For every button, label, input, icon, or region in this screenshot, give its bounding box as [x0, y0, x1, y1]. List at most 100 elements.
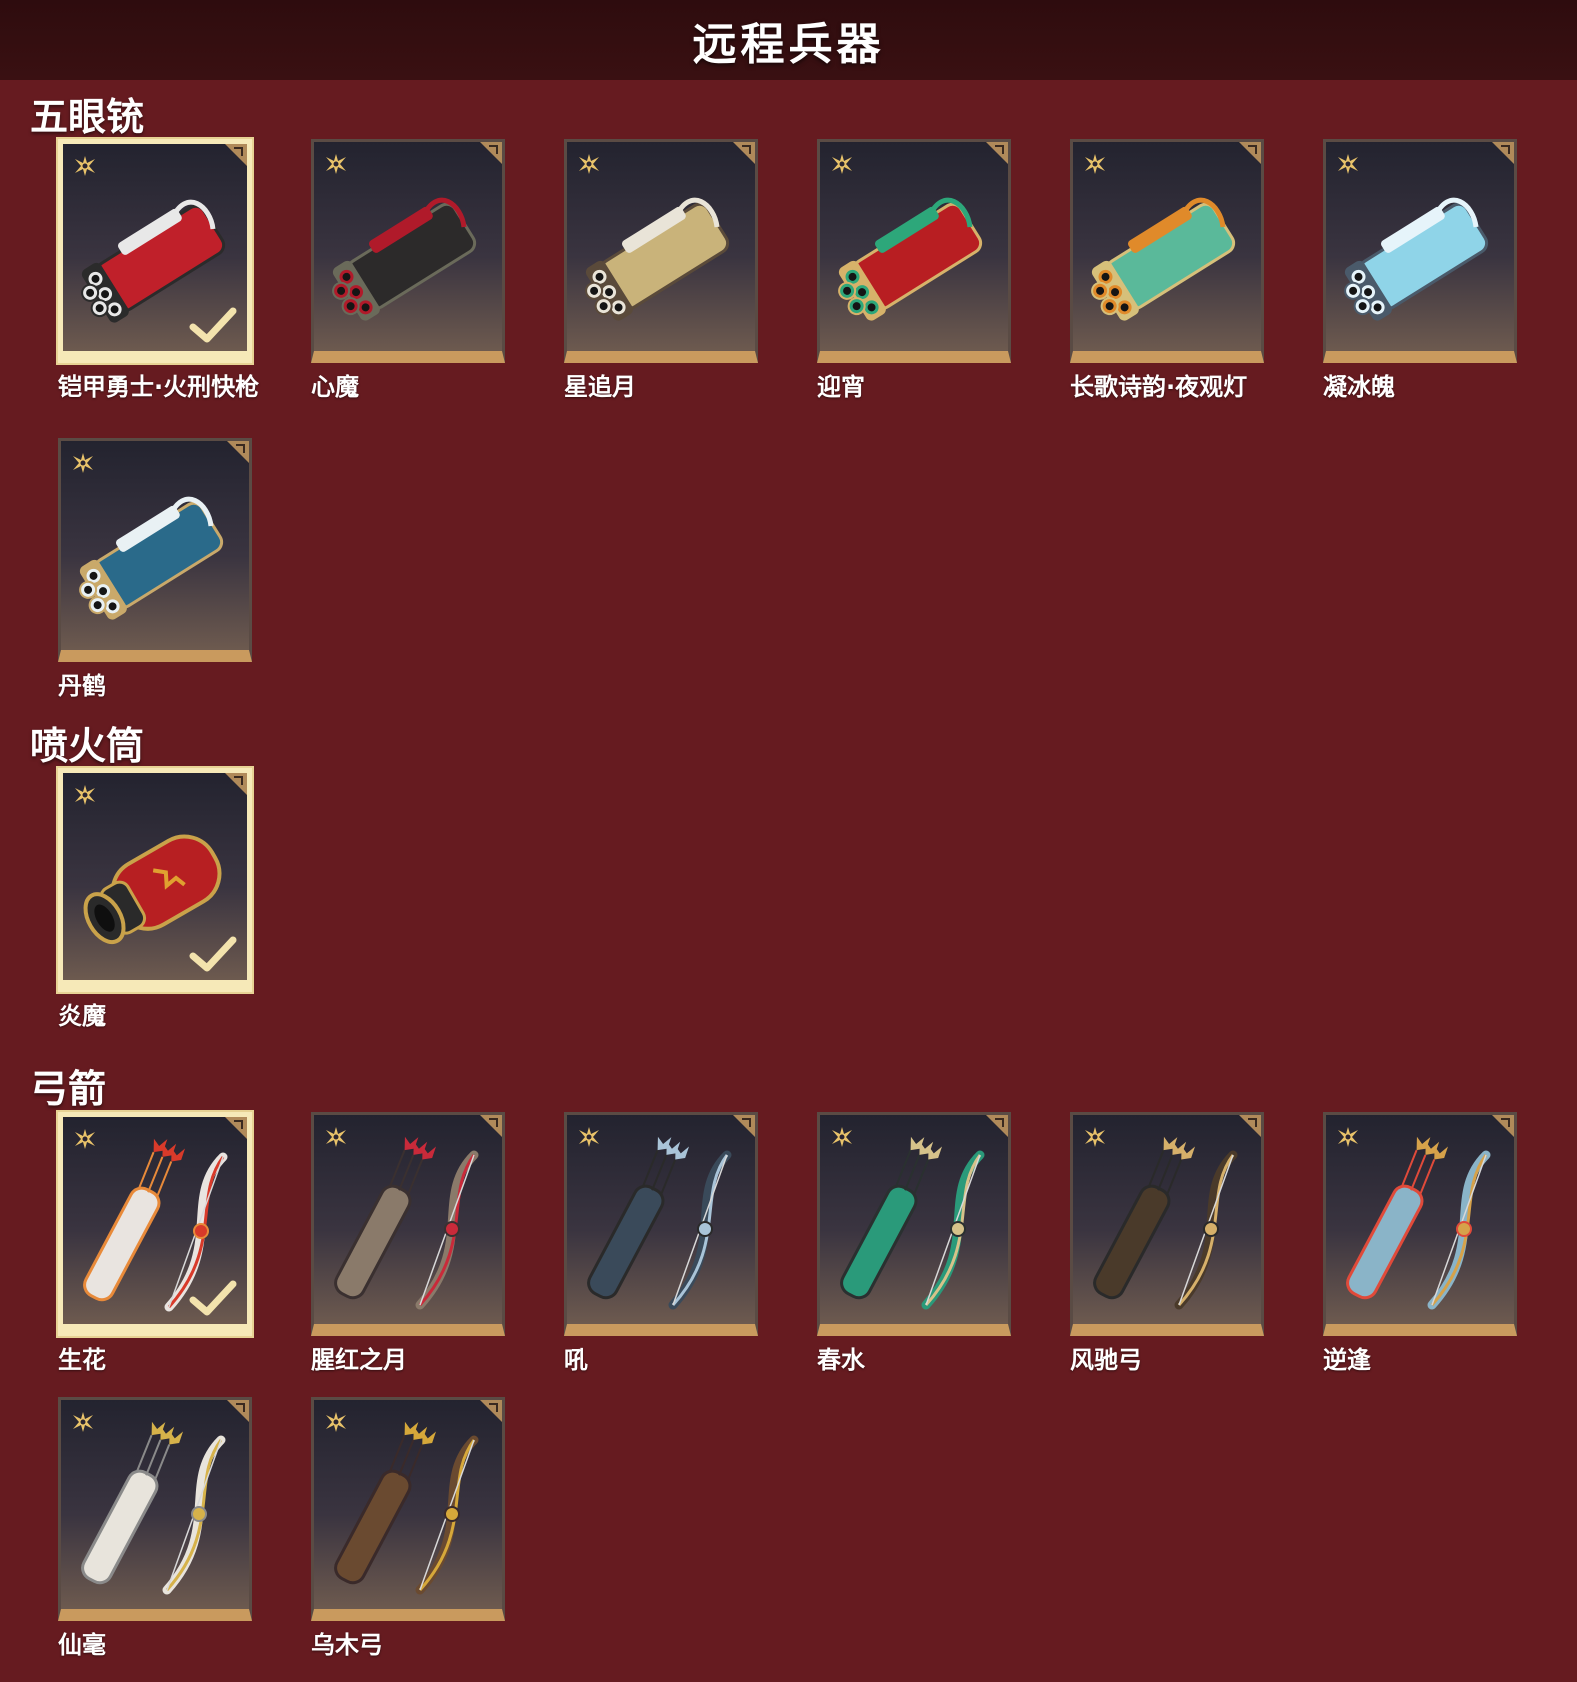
weapon-name: 长歌诗韵·夜观灯: [1070, 373, 1248, 401]
weapon-name: 仙毫: [58, 1631, 106, 1659]
weapon-card[interactable]: 炎魔: [58, 768, 252, 1031]
bow-and-quiver-icon: [334, 1136, 479, 1310]
weapon-name: 炎魔: [58, 1002, 106, 1030]
bow-and-quiver-icon: [81, 1421, 226, 1595]
section-title-gongjian: 弓箭: [30, 1067, 107, 1111]
rarity-star-icon: [326, 1412, 346, 1432]
multi-barrel-gun-icon: [838, 197, 983, 321]
weapon-name: 星追月: [564, 373, 636, 401]
weapon-thumbnail: [1323, 139, 1517, 363]
corner-badge-icon: [480, 1115, 502, 1137]
corner-badge-icon: [225, 144, 247, 166]
multi-barrel-gun-icon: [79, 496, 224, 620]
corner-badge-icon: [733, 1115, 755, 1137]
weapon-card[interactable]: 迎宵: [817, 139, 1011, 402]
rarity-star-icon: [832, 1127, 852, 1147]
weapon-name: 乌木弓: [311, 1631, 383, 1659]
multi-barrel-gun-icon: [585, 197, 730, 321]
rarity-star-icon: [75, 1129, 95, 1149]
bow-and-quiver-icon: [840, 1136, 985, 1310]
section-title-wuyanchong: 五眼铳: [30, 95, 145, 139]
corner-badge-icon: [227, 441, 249, 463]
rarity-star-icon: [73, 1412, 93, 1432]
weapon-thumbnail: [58, 1397, 252, 1621]
weapon-thumbnail: [58, 1112, 252, 1336]
weapon-card[interactable]: 星追月: [564, 139, 758, 402]
corner-badge-icon: [480, 1400, 502, 1422]
rarity-star-icon: [579, 1127, 599, 1147]
weapon-name: 心魔: [311, 373, 359, 401]
weapon-thumbnail: [1070, 139, 1264, 363]
corner-badge-icon: [986, 1115, 1008, 1137]
rarity-star-icon: [579, 154, 599, 174]
weapon-card[interactable]: 心魔: [311, 139, 505, 402]
weapon-name: 风驰弓: [1070, 1346, 1142, 1374]
rarity-star-icon: [75, 785, 95, 805]
page-title: 远程兵器: [692, 19, 885, 70]
equipped-check-icon: [189, 307, 237, 343]
weapon-card[interactable]: 逆逢: [1323, 1112, 1517, 1375]
weapon-card[interactable]: 生花: [58, 1112, 252, 1375]
rarity-star-icon: [75, 156, 95, 176]
corner-badge-icon: [225, 773, 247, 795]
weapon-thumbnail: [1070, 1112, 1264, 1336]
weapon-thumbnail: [564, 1112, 758, 1336]
bow-and-quiver-icon: [587, 1136, 732, 1310]
weapon-thumbnail: [58, 139, 252, 363]
multi-barrel-gun-icon: [1344, 197, 1489, 321]
weapon-name: 丹鹤: [58, 672, 106, 700]
rarity-star-icon: [1085, 154, 1105, 174]
weapon-thumbnail: [311, 1112, 505, 1336]
corner-badge-icon: [225, 1117, 247, 1139]
corner-badge-icon: [1492, 142, 1514, 164]
rarity-star-icon: [1338, 154, 1358, 174]
weapon-card[interactable]: 凝冰魄: [1323, 139, 1517, 402]
corner-badge-icon: [480, 142, 502, 164]
weapon-name: 腥红之月: [311, 1346, 407, 1374]
weapon-card[interactable]: 吼: [564, 1112, 758, 1375]
corner-badge-icon: [733, 142, 755, 164]
weapon-thumbnail: [58, 768, 252, 992]
weapon-thumbnail: [311, 139, 505, 363]
corner-badge-icon: [1239, 1115, 1261, 1137]
weapon-name: 铠甲勇士·火刑快枪: [58, 373, 260, 401]
rarity-star-icon: [1338, 1127, 1358, 1147]
bow-and-quiver-icon: [1093, 1136, 1238, 1310]
corner-badge-icon: [1492, 1115, 1514, 1137]
weapon-name: 吼: [564, 1346, 588, 1374]
bow-and-quiver-icon: [1346, 1136, 1491, 1310]
weapon-thumbnail: [564, 139, 758, 363]
weapon-thumbnail: [817, 1112, 1011, 1336]
weapon-card[interactable]: 春水: [817, 1112, 1011, 1375]
bow-and-quiver-icon: [334, 1421, 479, 1595]
weapon-card[interactable]: 腥红之月: [311, 1112, 505, 1375]
weapon-thumbnail: [1323, 1112, 1517, 1336]
multi-barrel-gun-icon: [1091, 197, 1236, 321]
rarity-star-icon: [326, 1127, 346, 1147]
rarity-star-icon: [1085, 1127, 1105, 1147]
section-title-penhuotong: 喷火筒: [30, 724, 145, 768]
weapon-card[interactable]: 丹鹤: [58, 438, 252, 701]
rarity-star-icon: [326, 154, 346, 174]
weapon-thumbnail: [311, 1397, 505, 1621]
weapon-thumbnail: [58, 438, 252, 662]
weapon-card[interactable]: 乌木弓: [311, 1397, 505, 1660]
corner-badge-icon: [986, 142, 1008, 164]
corner-badge-icon: [227, 1400, 249, 1422]
weapon-name: 逆逢: [1323, 1346, 1371, 1374]
weapon-name: 春水: [817, 1346, 865, 1374]
rarity-star-icon: [832, 154, 852, 174]
weapon-name: 迎宵: [817, 373, 865, 401]
weapon-card[interactable]: 铠甲勇士·火刑快枪: [58, 139, 260, 402]
weapon-card[interactable]: 长歌诗韵·夜观灯: [1070, 139, 1264, 402]
weapon-card[interactable]: 仙毫: [58, 1397, 252, 1660]
weapon-card[interactable]: 风驰弓: [1070, 1112, 1264, 1375]
page-header: 远程兵器: [0, 0, 1577, 80]
equipped-check-icon: [189, 936, 237, 972]
weapon-name: 生花: [58, 1346, 106, 1374]
corner-badge-icon: [1239, 142, 1261, 164]
weapon-thumbnail: [817, 139, 1011, 363]
rarity-star-icon: [73, 453, 93, 473]
weapon-name: 凝冰魄: [1323, 373, 1395, 401]
equipped-check-icon: [189, 1280, 237, 1316]
